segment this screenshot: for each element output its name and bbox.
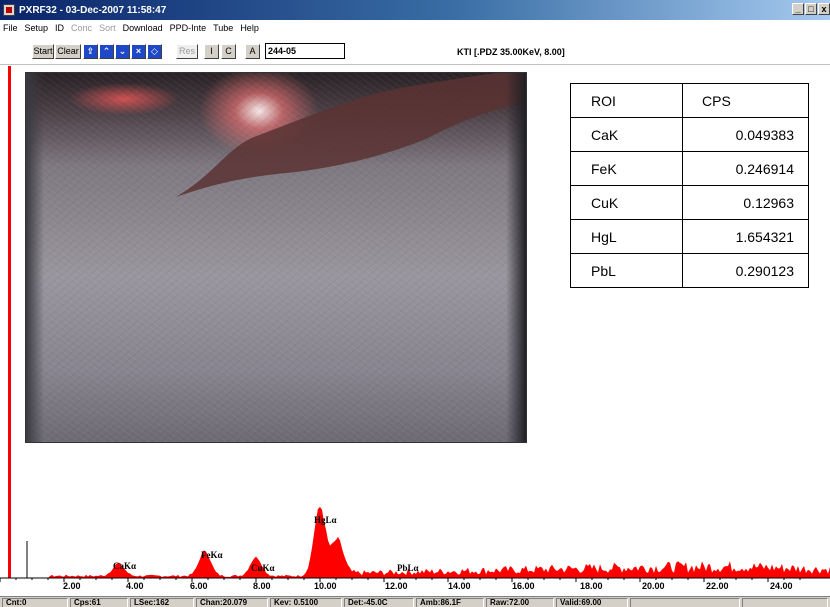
- table-row: CaK 0.049383: [570, 117, 809, 152]
- x-tick-label: 4.00: [126, 581, 144, 591]
- menu-conc[interactable]: Conc: [71, 23, 92, 33]
- roi-cps: 1.654321: [682, 219, 809, 254]
- cps-header: CPS: [682, 83, 809, 118]
- peak-label-fe: FeKα: [201, 550, 223, 560]
- x-tick-label: 14.00: [448, 581, 471, 591]
- up-arrow-icon[interactable]: ⌃: [99, 44, 114, 59]
- table-row: PbL 0.290123: [570, 253, 809, 288]
- a-button[interactable]: A: [245, 44, 260, 59]
- status-det: Det:-45.0C: [344, 598, 414, 607]
- status-chan: Chan:20.079: [196, 598, 268, 607]
- roi-name: PbL: [570, 253, 683, 288]
- status-lsec: LSec:162: [130, 598, 194, 607]
- status-empty-1: [630, 598, 740, 607]
- menu-file[interactable]: File: [3, 23, 18, 33]
- image-edge-right: [506, 73, 526, 442]
- status-raw: Raw:72.00: [486, 598, 554, 607]
- app-icon: [3, 4, 15, 16]
- roi-header-row: ROI CPS: [570, 83, 809, 118]
- status-bar: Cnt:0 Cps:61 LSec:162 Chan:20.079 Kev: 0…: [0, 596, 830, 607]
- peak-label-cu: CuKα: [251, 563, 275, 573]
- menu-sort[interactable]: Sort: [99, 23, 116, 33]
- window-title: PXRF32 - 03-Dec-2007 11:58:47: [19, 4, 167, 16]
- x-tick-label: 18.00: [580, 581, 603, 591]
- res-button[interactable]: Res: [176, 44, 198, 59]
- status-cps: Cps:61: [70, 598, 128, 607]
- menu-setup[interactable]: Setup: [25, 23, 49, 33]
- peak-mark: [335, 544, 340, 578]
- x-tick-label: 20.00: [642, 581, 665, 591]
- status-valid: Valid:69.00: [556, 598, 628, 607]
- toolbar: Start Clear ⇪ ⌃ ⌄ × ◇ Res I C A 244-05 K…: [0, 36, 830, 65]
- camera-image: [25, 72, 527, 443]
- diamond-icon[interactable]: ◇: [147, 44, 162, 59]
- status-cnt: Cnt:0: [2, 598, 68, 607]
- x-tick-label: 2.00: [63, 581, 81, 591]
- table-row: CuK 0.12963: [570, 185, 809, 220]
- menu-ppd-inte[interactable]: PPD-Inte: [170, 23, 207, 33]
- x-tick-label: 24.00: [770, 581, 793, 591]
- start-button[interactable]: Start: [32, 44, 54, 59]
- i-button[interactable]: I: [204, 44, 219, 59]
- roi-name: FeK: [570, 151, 683, 186]
- image-edge-left: [26, 73, 44, 442]
- x-tick-label: 16.00: [512, 581, 535, 591]
- menu-bar: File Setup ID Conc Sort Download PPD-Int…: [0, 20, 830, 36]
- roi-cps: 0.290123: [682, 253, 809, 288]
- sample-id-field[interactable]: 244-05: [265, 43, 345, 59]
- roi-cps: 0.049383: [682, 117, 809, 152]
- roi-header: ROI: [570, 83, 683, 118]
- menu-download[interactable]: Download: [123, 23, 163, 33]
- x-tick-label: 6.00: [190, 581, 208, 591]
- roi-name: HgL: [570, 219, 683, 254]
- maximize-button[interactable]: □: [805, 3, 817, 15]
- open-icon[interactable]: ⇪: [83, 44, 98, 59]
- title-bar: PXRF32 - 03-Dec-2007 11:58:47 _ □ x: [0, 0, 830, 20]
- table-row: FeK 0.246914: [570, 151, 809, 186]
- x-tick-label: 12.00: [385, 581, 408, 591]
- menu-tube[interactable]: Tube: [213, 23, 233, 33]
- status-kev: Kev: 0.5100: [270, 598, 342, 607]
- x-tick-label: 10.00: [314, 581, 337, 591]
- tube-info: KTI [.PDZ 35.00KeV, 8.00]: [457, 47, 565, 57]
- x-tick-label: 8.00: [253, 581, 271, 591]
- table-row: HgL 1.654321: [570, 219, 809, 254]
- close-button[interactable]: x: [818, 3, 830, 15]
- sample-shape: [176, 73, 526, 197]
- roi-table: ROI CPS CaK 0.049383 FeK 0.246914 CuK 0.…: [570, 83, 809, 288]
- cross-icon[interactable]: ×: [131, 44, 146, 59]
- roi-cps: 0.12963: [682, 185, 809, 220]
- roi-name: CaK: [570, 117, 683, 152]
- roi-cps: 0.246914: [682, 151, 809, 186]
- peak-label-pb: PbLα: [397, 563, 419, 573]
- menu-id[interactable]: ID: [55, 23, 64, 33]
- clear-button[interactable]: Clear: [55, 44, 81, 59]
- roi-name: CuK: [570, 185, 683, 220]
- menu-help[interactable]: Help: [240, 23, 259, 33]
- status-empty-2: [742, 598, 828, 607]
- minimize-button[interactable]: _: [792, 3, 804, 15]
- status-amb: Amb:86.1F: [416, 598, 484, 607]
- peak-label-ca: CaKα: [113, 561, 137, 571]
- c-button[interactable]: C: [221, 44, 236, 59]
- x-tick-label: 22.00: [706, 581, 729, 591]
- peak-label-hg: HgLα: [314, 515, 337, 525]
- down-arrow-icon[interactable]: ⌄: [115, 44, 130, 59]
- low-energy-spike: [8, 66, 11, 578]
